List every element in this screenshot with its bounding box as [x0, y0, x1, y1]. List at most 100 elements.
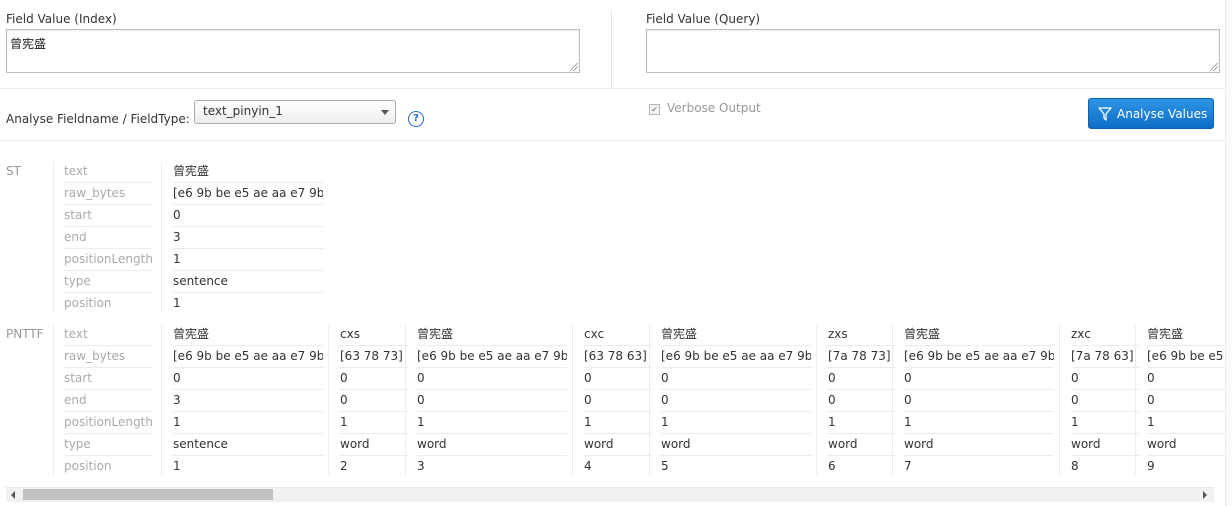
token-type: sentence [173, 437, 228, 451]
row-divider [340, 367, 408, 368]
token-positionLength: 1 [173, 252, 181, 266]
row-divider [64, 248, 152, 249]
token-start: 0 [173, 208, 181, 222]
token-position: 6 [828, 459, 836, 473]
row-divider [64, 226, 152, 227]
verbose-label[interactable]: Verbose Output [667, 101, 761, 115]
row-divider [173, 345, 323, 346]
token-position: 3 [417, 459, 425, 473]
row-divider [828, 389, 896, 390]
row-divider [173, 367, 323, 368]
token-position: 7 [904, 459, 912, 473]
horizontal-scrollbar[interactable] [6, 487, 1214, 502]
token-positionLength: 1 [1147, 415, 1155, 429]
row-divider [173, 182, 323, 183]
column-divider [161, 162, 162, 312]
row-divider [173, 248, 323, 249]
row-divider [417, 367, 567, 368]
stage-divider [53, 162, 54, 312]
row-divider [64, 292, 152, 293]
row-divider [173, 292, 323, 293]
row-divider [64, 345, 152, 346]
scroll-right-icon[interactable] [1203, 491, 1207, 499]
token-position: 5 [661, 459, 669, 473]
scroll-left-icon[interactable] [11, 491, 15, 499]
row-divider [417, 433, 567, 434]
form-divider [0, 88, 1225, 89]
row-divider [904, 411, 1054, 412]
row-divider [340, 389, 408, 390]
row-divider [64, 182, 152, 183]
stage-divider [53, 325, 54, 475]
row-divider [173, 389, 323, 390]
chevron-down-icon [381, 110, 389, 115]
token-raw_bytes: [e6 9b be e5 ae aa e7 9b 9b] [417, 349, 567, 363]
row-divider [904, 455, 1054, 456]
token-positionLength: 1 [661, 415, 669, 429]
token-type: word [1071, 437, 1101, 451]
token-raw_bytes: [e6 9b be e5 [1147, 349, 1224, 363]
column-divider [649, 325, 650, 475]
help-icon[interactable]: ? [408, 111, 424, 127]
row-divider [828, 367, 896, 368]
token-raw_bytes: [7a 78 73] [828, 349, 891, 363]
row-divider [828, 433, 896, 434]
index-value-textarea[interactable]: 曾宪盛 [6, 29, 580, 73]
token-positionLength: 1 [417, 415, 425, 429]
token-text: 曾宪盛 [173, 164, 210, 178]
row-divider [584, 455, 652, 456]
analyse-values-label: Analyse Values [1117, 107, 1208, 121]
row-divider [1071, 367, 1139, 368]
verbose-checkbox[interactable]: ✔ [649, 104, 660, 115]
row-divider [661, 455, 811, 456]
token-end: 3 [173, 230, 181, 244]
token-position: 9 [1147, 459, 1155, 473]
row-divider [584, 345, 652, 346]
token-start: 0 [417, 371, 425, 385]
token-raw_bytes: [e6 9b be e5 ae aa e7 9b 9b] [904, 349, 1054, 363]
stage-name: PNTTF [6, 327, 44, 341]
row-divider [661, 367, 811, 368]
token-end: 0 [340, 393, 348, 407]
resize-grip-icon[interactable] [1210, 63, 1218, 71]
query-value-textarea[interactable] [646, 29, 1220, 73]
token-positionLength: 1 [340, 415, 348, 429]
attribute-key-position: position [64, 459, 112, 473]
token-end: 0 [904, 393, 912, 407]
scrollbar-thumb[interactable] [23, 489, 273, 500]
attribute-key-end: end [64, 393, 87, 407]
row-divider [173, 204, 323, 205]
token-start: 0 [904, 371, 912, 385]
token-positionLength: 1 [173, 415, 181, 429]
token-positionLength: 1 [1071, 415, 1079, 429]
token-text: 曾宪盛 [904, 327, 941, 341]
row-divider [173, 411, 323, 412]
analyse-values-button[interactable]: Analyse Values [1088, 98, 1214, 129]
token-type: word [584, 437, 614, 451]
attribute-key-positionLength: positionLength [64, 415, 152, 429]
column-divider [611, 10, 612, 88]
row-divider [1147, 389, 1225, 390]
row-divider [417, 345, 567, 346]
resize-grip-icon[interactable] [570, 63, 578, 71]
token-text: 曾宪盛 [661, 327, 698, 341]
row-divider [340, 345, 408, 346]
row-divider [340, 433, 408, 434]
row-divider [828, 345, 896, 346]
attribute-key-type: type [64, 437, 91, 451]
row-divider [1071, 433, 1139, 434]
token-raw_bytes: [63 78 63] [584, 349, 647, 363]
column-divider [405, 325, 406, 475]
row-divider [584, 411, 652, 412]
token-positionLength: 1 [904, 415, 912, 429]
vertical-scrollbar[interactable] [1225, 0, 1232, 506]
fieldtype-select[interactable]: text_pinyin_1 [194, 100, 396, 124]
row-divider [1071, 455, 1139, 456]
token-start: 0 [173, 371, 181, 385]
token-position: 2 [340, 459, 348, 473]
token-raw_bytes: [63 78 73] [340, 349, 403, 363]
row-divider [173, 455, 323, 456]
token-position: 1 [173, 459, 181, 473]
row-divider [904, 389, 1054, 390]
token-type: word [417, 437, 447, 451]
